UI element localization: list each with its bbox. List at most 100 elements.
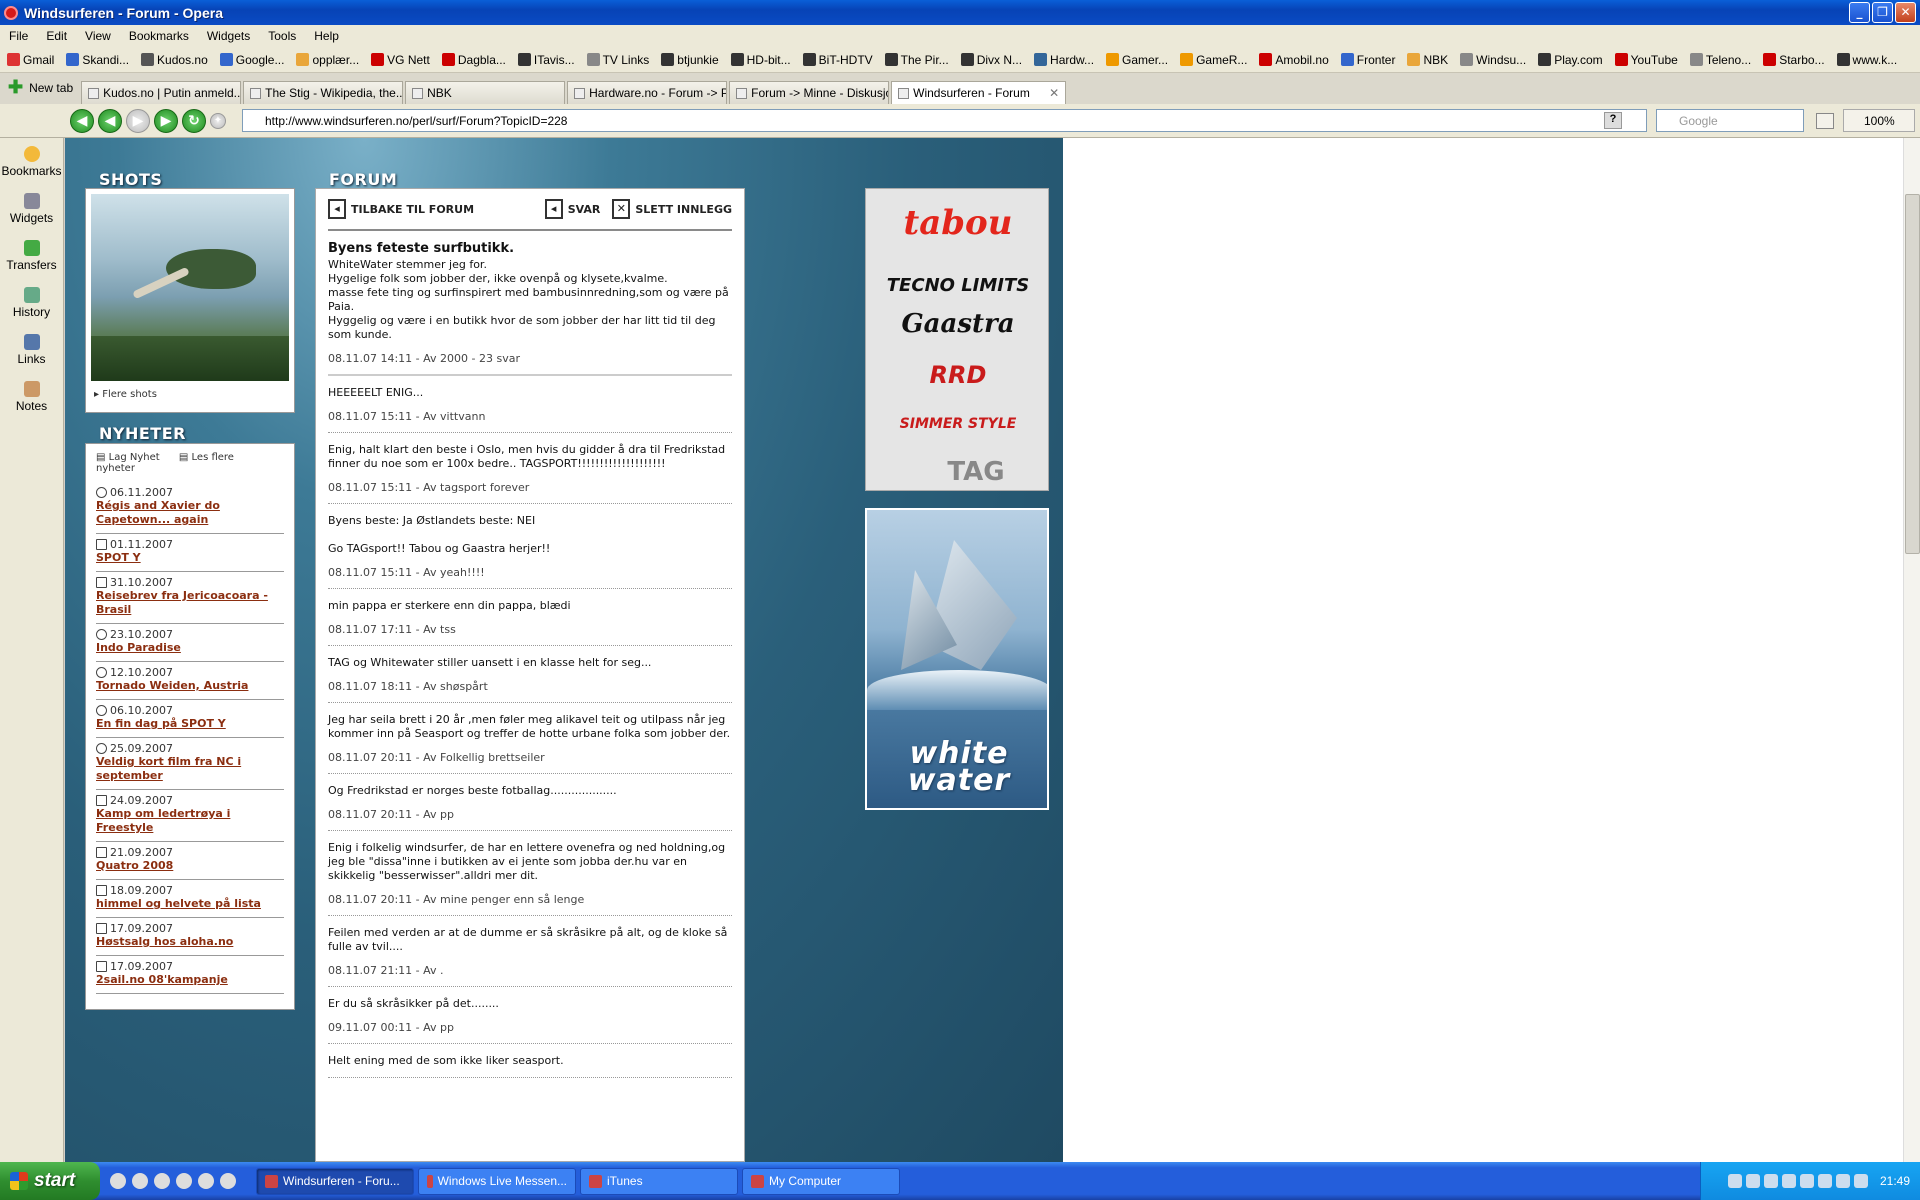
taskbar-button[interactable]: iTunes <box>580 1167 738 1195</box>
bookmark-item[interactable]: HD-bit... <box>730 53 791 67</box>
whitewater-ad[interactable]: white water <box>865 508 1049 810</box>
tile-icon[interactable] <box>1816 113 1834 129</box>
news-title-link[interactable]: Tornado Weiden, Austria <box>96 679 284 693</box>
bookmark-item[interactable]: Starbo... <box>1763 53 1825 67</box>
bookmark-item[interactable]: TV Links <box>586 53 649 67</box>
menu-bookmarks[interactable]: Bookmarks <box>120 29 198 43</box>
bookmark-item[interactable]: btjunkie <box>661 53 719 67</box>
bookmark-item[interactable]: ITavis... <box>517 53 575 67</box>
menu-help[interactable]: Help <box>305 29 348 43</box>
add-news-link[interactable]: ▤ Lag Nyhet <box>96 452 168 463</box>
fast-forward-icon[interactable]: ▶ <box>154 108 178 133</box>
tray-icon[interactable] <box>1853 1174 1868 1188</box>
panel-links[interactable]: Links <box>0 332 63 379</box>
bookmark-item[interactable]: Google... <box>219 53 284 67</box>
bookmark-item[interactable]: The Pir... <box>884 53 949 67</box>
tray-icon[interactable] <box>1817 1174 1832 1188</box>
browser-tab[interactable]: Forum -> Minne - Diskusjon.no <box>729 81 890 104</box>
browser-tab[interactable]: Kudos.no | Putin anmeld... <box>81 81 242 104</box>
panel-bookmarks[interactable]: Bookmarks <box>0 144 63 191</box>
quick-launch-icon[interactable] <box>220 1173 236 1189</box>
rrd-logo[interactable]: RRD <box>866 361 1050 389</box>
more-shots-link[interactable]: ▸ Flere shots <box>94 389 157 400</box>
address-bar[interactable]: http://www.windsurferen.no/perl/surf/For… <box>242 109 1647 132</box>
rewind-icon[interactable]: ◀ <box>98 108 122 133</box>
site-info-icon[interactable]: ? <box>1604 112 1622 129</box>
delete-post-button[interactable]: ✕ SLETT INNLEGG <box>612 199 732 219</box>
reply-button[interactable]: ◂ SVAR <box>544 199 600 219</box>
bookmark-item[interactable]: GameR... <box>1180 53 1247 67</box>
wand-icon[interactable]: ✦ <box>210 112 226 129</box>
quick-launch-icon[interactable] <box>198 1173 214 1189</box>
panel-notes[interactable]: Notes <box>0 379 63 426</box>
menu-view[interactable]: View <box>76 29 120 43</box>
zoom-select[interactable]: 100% <box>1843 109 1915 132</box>
tag-logo[interactable]: TAG <box>916 457 1036 487</box>
tecnolimits-logo[interactable]: TECNO LIMITS <box>866 275 1050 296</box>
bookmark-item[interactable]: BiT-HDTV <box>802 53 873 67</box>
tray-icon[interactable] <box>1781 1174 1796 1188</box>
minimize-button[interactable]: _ <box>1849 2 1870 23</box>
close-window-button[interactable]: ✕ <box>1895 2 1916 23</box>
restore-button[interactable]: ❐ <box>1872 2 1893 23</box>
tabou-logo[interactable]: tabou <box>866 203 1050 243</box>
news-title-link[interactable]: Reisebrev fra Jericoacoara - Brasil <box>96 589 284 617</box>
bookmark-item[interactable]: Windsu... <box>1460 53 1526 67</box>
news-title-link[interactable]: Høstsalg hos aloha.no <box>96 935 284 949</box>
panel-widgets[interactable]: Widgets <box>0 191 63 238</box>
news-title-link[interactable]: En fin dag på SPOT Y <box>96 717 284 731</box>
taskbar-button[interactable]: My Computer <box>742 1167 900 1195</box>
back-icon[interactable]: ◀ <box>70 108 94 133</box>
news-title-link[interactable]: himmel og helvete på lista <box>96 897 284 911</box>
browser-tab[interactable]: Hardware.no - Forum -> Po... <box>567 81 728 104</box>
browser-tab[interactable]: NBK <box>405 81 566 104</box>
new-tab-button[interactable]: ✚ New tab <box>0 77 81 104</box>
bookmark-item[interactable]: Hardw... <box>1034 53 1094 67</box>
bookmark-item[interactable]: Kudos.no <box>141 53 208 67</box>
tray-icon[interactable] <box>1799 1174 1814 1188</box>
bookmark-item[interactable]: Fronter <box>1340 53 1395 67</box>
search-input[interactable]: Google <box>1656 109 1804 132</box>
quick-launch-icon[interactable] <box>110 1173 126 1189</box>
bookmark-item[interactable]: YouTube <box>1614 53 1678 67</box>
bookmark-item[interactable]: opplær... <box>296 53 359 67</box>
close-tab-icon[interactable]: ✕ <box>1049 86 1059 100</box>
quick-launch-icon[interactable] <box>176 1173 192 1189</box>
taskbar-button[interactable]: Windsurferen - Foru... <box>256 1167 414 1195</box>
bookmark-item[interactable]: Gmail <box>7 53 54 67</box>
bookmark-item[interactable]: Amobil.no <box>1259 53 1329 67</box>
bookmark-item[interactable]: NBK <box>1407 53 1448 67</box>
menu-file[interactable]: File <box>0 29 37 43</box>
menu-widgets[interactable]: Widgets <box>198 29 259 43</box>
shot-photo[interactable] <box>91 194 289 381</box>
forward-icon[interactable]: ▶ <box>126 108 150 133</box>
bookmark-item[interactable]: Gamer... <box>1106 53 1168 67</box>
bookmark-item[interactable]: VG Nett <box>371 53 430 67</box>
bookmark-item[interactable]: Teleno... <box>1689 53 1751 67</box>
page-scrollbar[interactable] <box>1903 138 1920 1162</box>
news-title-link[interactable]: SPOT Y <box>96 551 284 565</box>
menu-tools[interactable]: Tools <box>259 29 305 43</box>
bookmark-item[interactable]: Divx N... <box>960 53 1022 67</box>
news-title-link[interactable]: Kamp om ledertrøya i Freestyle <box>96 807 284 835</box>
browser-tab[interactable]: The Stig - Wikipedia, the... <box>243 81 404 104</box>
quick-launch-icon[interactable] <box>154 1173 170 1189</box>
news-title-link[interactable]: Régis and Xavier do Capetown... again <box>96 499 284 527</box>
start-button[interactable]: start <box>0 1162 100 1200</box>
tray-icon[interactable] <box>1835 1174 1850 1188</box>
tray-icon[interactable] <box>1727 1174 1742 1188</box>
panel-history[interactable]: History <box>0 285 63 332</box>
tray-icon[interactable] <box>1745 1174 1760 1188</box>
gaastra-logo[interactable]: Gaastra <box>866 309 1050 339</box>
quick-launch-icon[interactable] <box>132 1173 148 1189</box>
panel-transfers[interactable]: Transfers <box>0 238 63 285</box>
menu-edit[interactable]: Edit <box>37 29 76 43</box>
browser-tab[interactable]: Windsurferen - Forum ✕ <box>891 81 1067 104</box>
news-title-link[interactable]: Veldig kort film fra NC i september <box>96 755 284 783</box>
bookmark-item[interactable]: Skandi... <box>66 53 129 67</box>
news-title-link[interactable]: 2sail.no 08'kampanje <box>96 973 284 987</box>
bookmark-item[interactable]: Dagbla... <box>441 53 506 67</box>
bookmark-item[interactable]: www.k... <box>1836 53 1897 67</box>
news-title-link[interactable]: Indo Paradise <box>96 641 284 655</box>
simmer-logo[interactable]: SIMMER STYLE <box>866 416 1050 432</box>
